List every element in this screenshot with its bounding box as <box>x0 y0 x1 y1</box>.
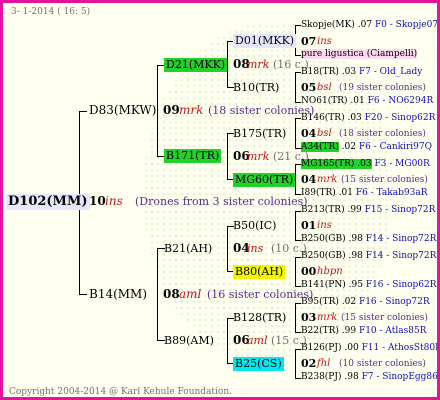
g4-3[interactable]: NO61(TR) .01 F6 - NO6294R <box>301 96 433 106</box>
g3p0-breeder: ins <box>317 36 332 47</box>
g1-top-info: (18 sister colonies) <box>208 104 315 117</box>
g4-8[interactable]: B213(TR) .99 F15 - Sinop72R <box>301 205 435 215</box>
connector-g2b <box>157 248 158 341</box>
g3p3-year: 04 <box>301 173 317 186</box>
g4-6[interactable]: MG165(TR) .03 F3 - MG00R <box>301 159 430 169</box>
g3p5-breeder: hbpn <box>317 266 343 277</box>
g3p5-year: 00 <box>301 265 317 278</box>
g4-13[interactable]: B22(TR) .99 F10 - Atlas85R <box>301 326 426 336</box>
g3p4-breeder: ins <box>317 220 332 231</box>
g3p7-breeder: fhl <box>317 358 331 369</box>
root-queen[interactable]: D102(MM) <box>6 194 90 210</box>
connector-g2a <box>157 65 158 157</box>
g1-d83[interactable]: D83(MKW) <box>89 103 156 117</box>
g2-b171[interactable]: B171(TR) <box>164 149 222 163</box>
g3p1-year: 05 <box>301 81 317 94</box>
g3p4-year: 01 <box>301 219 317 232</box>
g2-b-breeder: mrk <box>247 150 270 163</box>
g4-5[interactable]: A34(TR) .02 F6 - Cankiri97Q <box>301 142 432 152</box>
g3p2-breeder: bsl <box>317 128 332 139</box>
g4-2[interactable]: B18(TR) .03 F7 - Old_Lady <box>301 67 422 77</box>
g3p7-info: (10 sister colonies) <box>339 359 426 369</box>
g3-d01[interactable]: D01(MKK) <box>233 34 297 48</box>
g4-9[interactable]: B250(GB) .98 F14 - Sinop72R <box>301 234 436 244</box>
g3-b80[interactable]: B80(AH) <box>233 265 286 279</box>
g4-12[interactable]: B95(TR) .02 F16 - Sinop72R <box>301 297 430 307</box>
g3p1-info: (19 sister colonies) <box>339 83 426 93</box>
g1-top-breeder: mrk <box>179 103 204 117</box>
g3p2-info: (18 sister colonies) <box>339 129 426 139</box>
pedigree-frame: 3- 1-2014 ( 16: 5) D102(MM) 10 ins (Dron… <box>0 0 440 400</box>
g3-b25[interactable]: B25(CS) <box>233 357 284 371</box>
g2-b21[interactable]: B21(AH) <box>164 242 212 255</box>
g4-10[interactable]: B250(GB) .98 F14 - Sinop72R <box>301 251 436 261</box>
g1-b14[interactable]: B14(MM) <box>89 287 147 301</box>
copyright-footer: Copyright 2004-2014 @ Karl Kehule Founda… <box>9 387 232 397</box>
root-year: 10 <box>89 194 106 208</box>
g2-c-breeder: ins <box>247 242 264 255</box>
g4-15[interactable]: B238(PJ) .98 F7 - SinopEgg86R <box>301 372 437 382</box>
root-breeder: ins <box>105 194 123 208</box>
g3p2-year: 04 <box>301 127 317 140</box>
g3p3-breeder: mrk <box>317 174 338 185</box>
g3-b128[interactable]: B128(TR) <box>233 311 286 324</box>
g3-b10[interactable]: B10(TR) <box>233 81 279 94</box>
date-header: 3- 1-2014 ( 16: 5) <box>11 7 91 17</box>
g1-bottom-year: 08 <box>163 287 180 301</box>
g4-14[interactable]: B126(PJ) .00 F11 - AthosSt80R <box>301 343 437 353</box>
g1-bottom-info: (16 sister colonies) <box>207 288 314 301</box>
g1-top-year: 09 <box>163 103 180 117</box>
g4-4[interactable]: B146(TR) .03 F20 - Sinop62R <box>301 113 435 123</box>
root-drones: (Drones from 3 sister colonies) <box>135 195 308 208</box>
g3p7-year: 02 <box>301 357 317 370</box>
g4-1[interactable]: pure ligustica (Ciampelli) <box>301 49 418 59</box>
g4-11[interactable]: B141(PN) .95 F16 - Sinop62R <box>301 280 437 290</box>
g3-b50[interactable]: B50(IC) <box>233 219 276 232</box>
g3p0-year: 07 <box>301 35 317 48</box>
g3p6-info: (15 sister colonies) <box>341 313 428 323</box>
g2-b89[interactable]: B89(AM) <box>164 334 214 347</box>
g1-bottom-breeder: aml <box>179 287 202 301</box>
g3-mg60[interactable]: MG60(TR) <box>233 173 296 187</box>
g2-d-breeder: aml <box>247 334 268 347</box>
g4-0[interactable]: Skopje(MK) .07 F0 - Skopje07Q <box>301 20 437 30</box>
g2-a-breeder: mrk <box>247 58 270 71</box>
g4-7[interactable]: I89(TR) .01 F6 - Takab93aR <box>301 188 427 198</box>
g3p6-year: 03 <box>301 311 317 324</box>
g3p6-breeder: mrk <box>317 312 338 323</box>
g3-b175[interactable]: B175(TR) <box>233 127 286 140</box>
g3p1-breeder: bsl <box>317 82 332 93</box>
g2-d21[interactable]: D21(MKK) <box>164 58 228 72</box>
g3p3-info: (15 sister colonies) <box>341 175 428 185</box>
